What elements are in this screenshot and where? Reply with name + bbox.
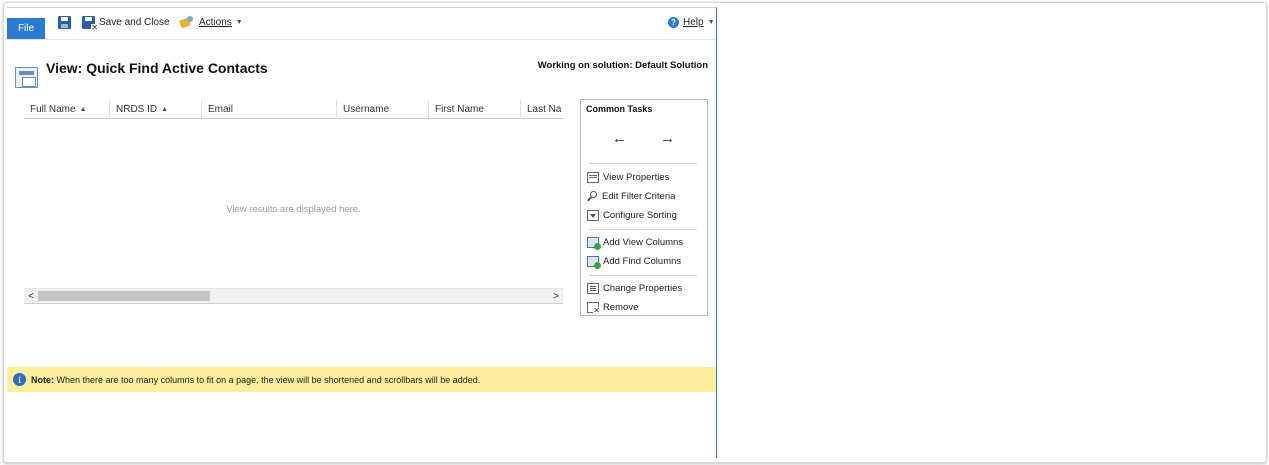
grid-divider bbox=[24, 303, 563, 304]
add-find-columns-icon bbox=[587, 256, 601, 269]
move-right-button[interactable]: → bbox=[660, 130, 675, 147]
column-header-username[interactable]: Username bbox=[337, 100, 429, 118]
scroll-left-button[interactable]: < bbox=[24, 289, 38, 303]
move-left-button[interactable]: ← bbox=[612, 130, 627, 147]
column-header-nrds-id[interactable]: NRDS ID ▲ bbox=[110, 100, 202, 118]
task-change-properties[interactable]: Change Properties bbox=[587, 281, 682, 296]
divider bbox=[589, 229, 697, 230]
grid-empty-message: View results are displayed here. bbox=[226, 204, 361, 215]
actions-menu[interactable]: Actions ▼ bbox=[180, 14, 243, 30]
grid-header: Full Name ▲ NRDS ID ▲ Email Username Fir… bbox=[24, 100, 563, 119]
sort-icon bbox=[587, 210, 599, 221]
sort-ascending-icon: ▲ bbox=[161, 105, 169, 113]
ribbon: File Save and Close Actions ▼ ? Help ▼ bbox=[7, 8, 716, 40]
column-header-full-name[interactable]: Full Name ▲ bbox=[24, 100, 110, 118]
common-tasks-title: Common Tasks bbox=[586, 104, 653, 114]
scrollbar-thumb[interactable] bbox=[38, 291, 210, 301]
task-configure-sorting[interactable]: Configure Sorting bbox=[587, 208, 677, 223]
note-bar: i Note: When there are too many columns … bbox=[7, 367, 716, 392]
common-tasks-panel: Common Tasks ← → View Properties Edit Fi… bbox=[580, 99, 708, 316]
task-remove[interactable]: Remove bbox=[587, 300, 638, 315]
solution-label: Working on solution: Default Solution bbox=[537, 60, 708, 71]
help-label: Help bbox=[683, 16, 704, 28]
note-text: Note: When there are too many columns to… bbox=[31, 374, 481, 385]
info-icon: i bbox=[13, 373, 26, 386]
view-icon bbox=[15, 67, 38, 88]
task-add-view-columns[interactable]: Add View Columns bbox=[587, 235, 683, 250]
horizontal-scrollbar[interactable]: < > bbox=[24, 288, 563, 303]
save-button[interactable] bbox=[58, 14, 71, 30]
sort-ascending-icon: ▲ bbox=[79, 105, 87, 113]
task-view-properties[interactable]: View Properties bbox=[587, 170, 669, 185]
task-edit-filter-criteria[interactable]: Edit Filter Criteria bbox=[587, 189, 675, 204]
save-and-close-button[interactable]: Save and Close bbox=[82, 14, 170, 32]
column-header-first-name[interactable]: First Name bbox=[429, 100, 521, 118]
view-properties-icon bbox=[587, 172, 599, 183]
page-title: View: Quick Find Active Contacts bbox=[46, 60, 268, 76]
column-header-email[interactable]: Email bbox=[202, 100, 337, 118]
help-menu[interactable]: ? Help ▼ bbox=[668, 14, 715, 30]
save-and-close-icon bbox=[82, 15, 98, 32]
column-header-last-name[interactable]: Last Na bbox=[521, 100, 563, 118]
help-icon: ? bbox=[668, 16, 679, 28]
change-properties-icon bbox=[587, 283, 599, 294]
add-view-columns-icon bbox=[587, 237, 601, 250]
divider bbox=[589, 163, 697, 164]
save-icon bbox=[58, 15, 71, 29]
chevron-down-icon: ▼ bbox=[707, 18, 715, 26]
task-add-find-columns[interactable]: Add Find Columns bbox=[587, 254, 681, 269]
scroll-right-button[interactable]: > bbox=[549, 289, 563, 303]
remove-icon bbox=[587, 302, 600, 315]
edit-filter-icon bbox=[587, 191, 598, 202]
chevron-down-icon: ▼ bbox=[235, 18, 243, 26]
actions-icon bbox=[180, 15, 195, 29]
divider bbox=[589, 275, 697, 276]
file-button[interactable]: File bbox=[7, 18, 45, 39]
actions-label: Actions bbox=[199, 16, 232, 28]
save-and-close-label: Save and Close bbox=[99, 16, 170, 28]
view-editor: File Save and Close Actions ▼ ? Help ▼ V… bbox=[7, 7, 717, 458]
view-grid: Full Name ▲ NRDS ID ▲ Email Username Fir… bbox=[24, 100, 563, 304]
